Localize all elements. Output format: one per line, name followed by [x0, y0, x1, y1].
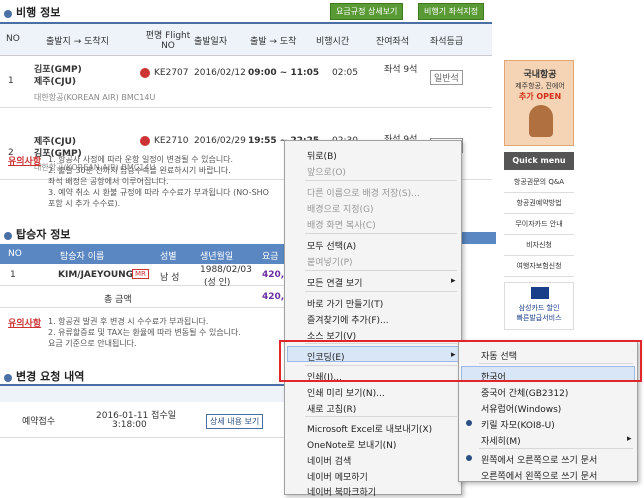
- flight-section-title: 비행 정보: [4, 4, 60, 20]
- quick-item-howto[interactable]: 항공권예약방법: [504, 193, 574, 214]
- annotation-highlight-box: [279, 340, 642, 382]
- menu-print-preview[interactable]: 인쇄 미리 보기(N)...: [307, 386, 385, 399]
- change-detail-button[interactable]: 상세 내용 보기: [206, 414, 264, 429]
- passenger-notice: 1. 항공권 발권 후 변경 시 수수료가 부과됩니다. 2. 유류할증료 및 …: [48, 317, 241, 348]
- section-bullet-icon: [4, 373, 12, 382]
- notice-label[interactable]: 유의사항: [8, 154, 41, 167]
- korean-air-logo-icon: [140, 68, 150, 78]
- card-icon: [531, 287, 549, 299]
- samsung-card-banner[interactable]: 삼성카드 할인 빠른발급서비스: [504, 282, 574, 330]
- quick-item-qa[interactable]: 항공권문의 Q&A: [504, 172, 574, 193]
- menu-back[interactable]: 뒤로(B): [307, 149, 337, 162]
- flight-table-header: NO 출발지 → 도착지 편명 Flight NO 출발일자 출발 → 도착 비…: [0, 24, 492, 56]
- menu-copy-bg[interactable]: 배경 화면 복사(C): [307, 218, 376, 231]
- flight-row-1: 1 김포(GMP) 제주(CJU) KE2707 2016/02/12 09:0…: [0, 56, 492, 108]
- radio-selected-icon: [466, 420, 472, 426]
- enc-rtl[interactable]: 오른쪽에서 왼쪽으로 쓰기 문서: [481, 469, 597, 482]
- submenu-arrow-icon: ▸: [627, 434, 632, 444]
- enc-western[interactable]: 서유럽어(Windows): [481, 402, 561, 415]
- quick-item-visa[interactable]: 비자신청: [504, 235, 574, 256]
- menu-naver-search[interactable]: 네이버 검색: [307, 454, 351, 467]
- korean-air-logo-icon: [140, 136, 150, 146]
- menu-favorites[interactable]: 즐겨찾기에 추가(F)...: [307, 313, 389, 326]
- submenu-arrow-icon: ▸: [451, 276, 456, 286]
- flight-notice: 1. 항공사 사정에 따라 운항 일정이 변경될 수 있습니다. 2. 출발 3…: [48, 155, 269, 208]
- menu-refresh[interactable]: 새로 고침(R): [307, 402, 356, 415]
- menu-naver-memo[interactable]: 네이버 메모하기: [307, 470, 368, 483]
- enc-chinese[interactable]: 중국어 간체(GB2312): [481, 386, 568, 399]
- enc-more[interactable]: 자세히(M): [481, 434, 521, 447]
- menu-all-links[interactable]: 모든 연결 보기: [307, 276, 362, 289]
- radio-selected-icon: [466, 455, 472, 461]
- domestic-flight-banner[interactable]: 국내항공 제주항공, 진에어 추가 OPEN: [504, 60, 574, 146]
- section-bullet-icon: [4, 231, 12, 240]
- menu-shortcut[interactable]: 바로 가기 만들기(T): [307, 297, 383, 310]
- menu-paste[interactable]: 붙여넣기(P): [307, 255, 353, 268]
- enc-cyrillic[interactable]: 키릴 자모(KOI8-U): [481, 418, 555, 431]
- fare-rules-button[interactable]: 요금규정 상세보기: [330, 3, 404, 20]
- menu-naver-bookmark[interactable]: 네이버 북마크하기: [307, 485, 376, 498]
- change-table-header: [0, 384, 292, 402]
- quick-item-insurance[interactable]: 여행자보험신청: [504, 256, 574, 277]
- change-row: 예약접수 2016-01-11 접수일 3:18:00 상세 내용 보기: [0, 402, 292, 438]
- menu-save-bg[interactable]: 다른 이름으로 배경 저장(S)...: [307, 186, 420, 199]
- menu-onenote[interactable]: OneNote로 보내기(N): [307, 438, 396, 451]
- passenger-total-row: 총 금액 420,0: [0, 286, 292, 308]
- quick-menu-title: Quick menu: [504, 152, 574, 170]
- menu-excel[interactable]: Microsoft Excel로 내보내기(X): [307, 422, 432, 435]
- quick-item-card[interactable]: 무이자카드 안내: [504, 214, 574, 235]
- menu-set-bg[interactable]: 배경으로 지정(G): [307, 202, 374, 215]
- seat-select-button[interactable]: 비행기 좌석지정: [418, 3, 485, 20]
- mascot-icon: [529, 105, 553, 137]
- change-section-title: 변경 요청 내역: [4, 368, 84, 384]
- class-button-1[interactable]: 일반석: [430, 70, 463, 85]
- menu-forward[interactable]: 앞으로(O): [307, 165, 346, 178]
- passenger-table-header: NO 탑승자 이름 성별 생년월일 요금: [0, 244, 292, 264]
- section-bullet-icon: [4, 9, 12, 18]
- menu-select-all[interactable]: 모두 선택(A): [307, 239, 356, 252]
- table-header-fragment: [460, 232, 496, 244]
- notice-label-2[interactable]: 유의사항: [8, 316, 41, 329]
- enc-ltr[interactable]: 왼쪽에서 오른쪽으로 쓰기 문서: [481, 453, 597, 466]
- passenger-row: 1 KIM/JAEYOUNG MR 남 성 1988/02/03 (성 인) 4…: [0, 264, 292, 288]
- context-menu: 뒤로(B) 앞으로(O) 다른 이름으로 배경 저장(S)... 배경으로 지정…: [284, 140, 462, 498]
- passenger-section-title: 탑승자 정보: [4, 226, 70, 242]
